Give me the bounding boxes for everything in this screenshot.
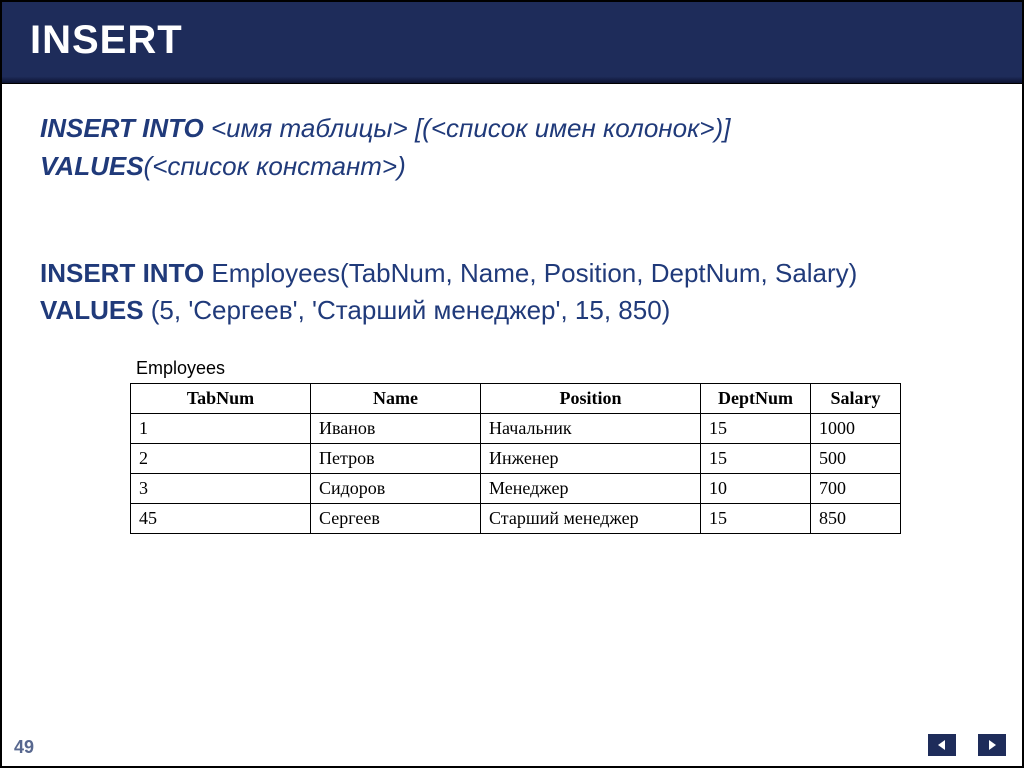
arrow-right-icon bbox=[985, 738, 999, 752]
col-header: DeptNum bbox=[701, 384, 811, 414]
next-button[interactable] bbox=[978, 734, 1006, 756]
sql-example-block: INSERT INTO Employees(TabNum, Name, Posi… bbox=[40, 255, 984, 328]
title-bar: INSERT bbox=[2, 2, 1022, 84]
cell: 700 bbox=[811, 474, 901, 504]
cell: Петров bbox=[311, 444, 481, 474]
example-part-1: Employees(TabNum, Name, Position, DeptNu… bbox=[204, 258, 857, 288]
cell: Инженер bbox=[481, 444, 701, 474]
syntax-kw-values: VALUES bbox=[40, 151, 144, 181]
table-row: 3 Сидоров Менеджер 10 700 bbox=[131, 474, 901, 504]
table-row: 2 Петров Инженер 15 500 bbox=[131, 444, 901, 474]
table-row: 1 Иванов Начальник 15 1000 bbox=[131, 414, 901, 444]
syntax-part-2: (<список констант>) bbox=[144, 151, 406, 181]
cell: Старший менеджер bbox=[481, 504, 701, 534]
slide-title: INSERT bbox=[30, 18, 994, 63]
nav-controls bbox=[928, 734, 1006, 756]
slide-root: INSERT INSERT INTO <имя таблицы> [(<спис… bbox=[0, 0, 1024, 768]
cell: Начальник bbox=[481, 414, 701, 444]
cell: 1000 bbox=[811, 414, 901, 444]
table-header-row: TabNum Name Position DeptNum Salary bbox=[131, 384, 901, 414]
table-wrap: Employees TabNum Name Position DeptNum S… bbox=[40, 358, 984, 534]
col-header: Salary bbox=[811, 384, 901, 414]
cell: 3 bbox=[131, 474, 311, 504]
example-kw-values: VALUES bbox=[40, 295, 144, 325]
example-part-2: (5, 'Сергеев', 'Старший менеджер', 15, 8… bbox=[144, 295, 671, 325]
col-header: Position bbox=[481, 384, 701, 414]
cell: 45 bbox=[131, 504, 311, 534]
cell: Иванов bbox=[311, 414, 481, 444]
slide-content: INSERT INTO <имя таблицы> [(<список имен… bbox=[2, 84, 1022, 766]
cell: 10 bbox=[701, 474, 811, 504]
cell: Сергеев bbox=[311, 504, 481, 534]
cell: 2 bbox=[131, 444, 311, 474]
col-header: TabNum bbox=[131, 384, 311, 414]
sql-syntax-block: INSERT INTO <имя таблицы> [(<список имен… bbox=[40, 110, 984, 185]
arrow-left-icon bbox=[935, 738, 949, 752]
syntax-kw-insert-into: INSERT INTO bbox=[40, 113, 204, 143]
syntax-part-1: <имя таблицы> [(<список имен колонок>)] bbox=[204, 113, 731, 143]
cell: 500 bbox=[811, 444, 901, 474]
employees-table: TabNum Name Position DeptNum Salary 1 Ив… bbox=[130, 383, 901, 534]
cell: 15 bbox=[701, 444, 811, 474]
col-header: Name bbox=[311, 384, 481, 414]
cell: Менеджер bbox=[481, 474, 701, 504]
cell: 15 bbox=[701, 504, 811, 534]
cell: 850 bbox=[811, 504, 901, 534]
cell: 15 bbox=[701, 414, 811, 444]
table-label: Employees bbox=[136, 358, 984, 379]
page-number: 49 bbox=[14, 737, 34, 758]
prev-button[interactable] bbox=[928, 734, 956, 756]
cell: 1 bbox=[131, 414, 311, 444]
table-row: 45 Сергеев Старший менеджер 15 850 bbox=[131, 504, 901, 534]
example-kw-insert-into: INSERT INTO bbox=[40, 258, 204, 288]
cell: Сидоров bbox=[311, 474, 481, 504]
